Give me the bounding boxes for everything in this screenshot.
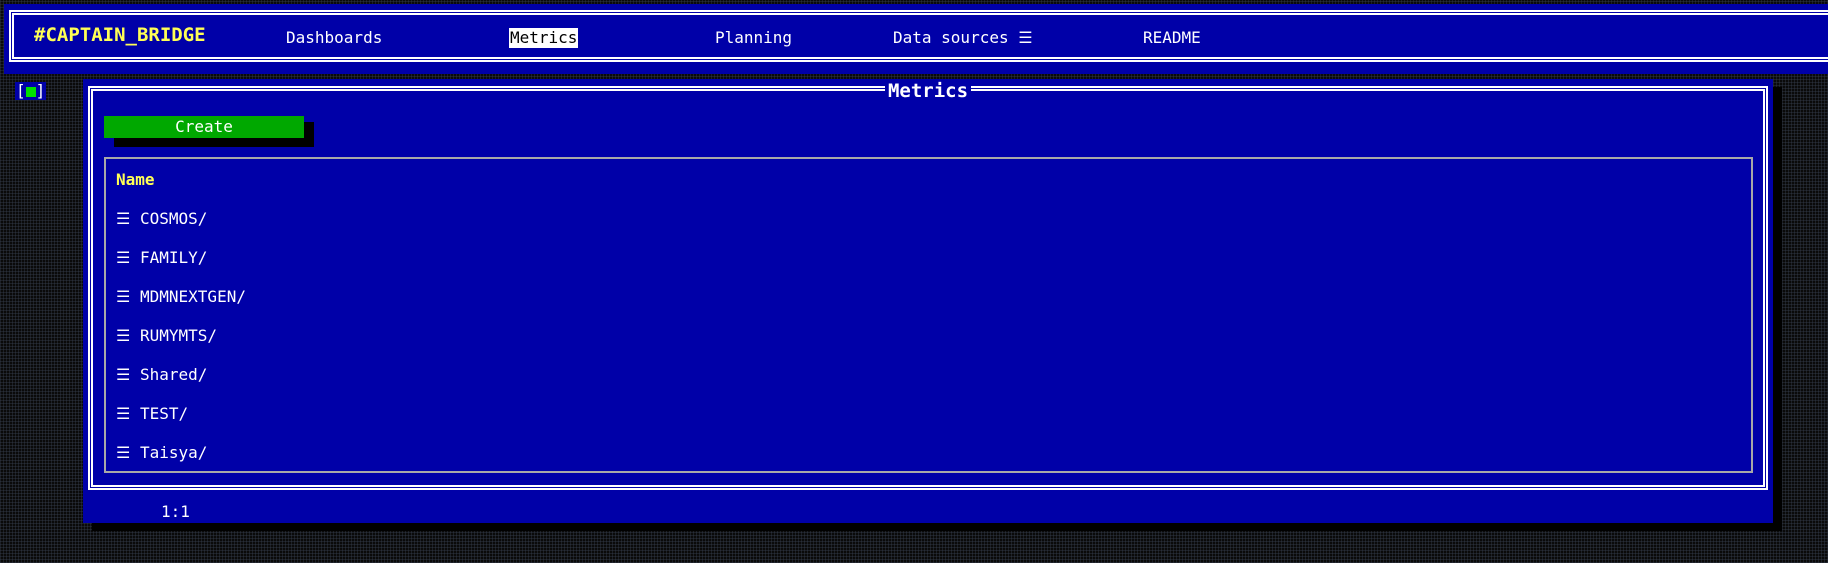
list-item[interactable]: ☰ Taisya/ bbox=[116, 442, 207, 464]
list-item-label: MDMNEXTGEN/ bbox=[140, 287, 246, 306]
list-item-label: FAMILY/ bbox=[140, 248, 208, 267]
folder-menu-icon: ☰ bbox=[116, 248, 131, 267]
metrics-list: Name ☰ COSMOS/ ☰ FAMILY/ ☰ MDMNEXTGEN/ ☰ RUM… bbox=[104, 157, 1753, 473]
nav-item-readme[interactable]: README bbox=[1142, 28, 1202, 48]
folder-menu-icon: ☰ bbox=[116, 287, 131, 306]
app-brand[interactable]: #CAPTAIN_BRIDGE bbox=[34, 24, 206, 46]
column-header-name[interactable]: Name bbox=[116, 169, 155, 191]
folder-menu-icon: ☰ bbox=[116, 326, 131, 345]
close-icon bbox=[25, 87, 36, 97]
list-item[interactable]: ☰ RUMYMTS/ bbox=[116, 325, 217, 347]
close-box-right-bracket: ] bbox=[35, 81, 46, 100]
list-item[interactable]: ☰ COSMOS/ bbox=[116, 208, 207, 230]
list-item[interactable]: ☰ Shared/ bbox=[116, 364, 207, 386]
list-item[interactable]: ☰ FAMILY/ bbox=[116, 247, 207, 269]
folder-menu-icon: ☰ bbox=[116, 404, 131, 423]
window-close-button[interactable]: [] bbox=[15, 81, 47, 100]
list-item[interactable]: ☰ TEST/ bbox=[116, 403, 188, 425]
window-title: Metrics bbox=[884, 80, 972, 102]
nav-item-data-sources[interactable]: Data sources ☰ bbox=[892, 28, 1034, 48]
nav-item-metrics[interactable]: Metrics bbox=[509, 28, 579, 48]
create-button[interactable]: Create bbox=[104, 116, 304, 138]
folder-menu-icon: ☰ bbox=[116, 209, 131, 228]
list-item-label: COSMOS/ bbox=[140, 209, 208, 228]
folder-menu-icon: ☰ bbox=[116, 443, 131, 462]
close-box-left-bracket: [ bbox=[16, 81, 26, 100]
nav-item-dashboards[interactable]: Dashboards bbox=[285, 28, 383, 48]
nav-item-planning[interactable]: Planning bbox=[714, 28, 793, 48]
list-item-label: Taisya/ bbox=[140, 443, 208, 462]
folder-menu-icon: ☰ bbox=[116, 365, 131, 384]
list-item-label: TEST/ bbox=[140, 404, 189, 423]
list-item-label: Shared/ bbox=[140, 365, 208, 384]
cursor-position-indicator: 1:1 bbox=[161, 502, 190, 521]
list-item[interactable]: ☰ MDMNEXTGEN/ bbox=[116, 286, 246, 308]
list-item-label: RUMYMTS/ bbox=[140, 326, 218, 345]
